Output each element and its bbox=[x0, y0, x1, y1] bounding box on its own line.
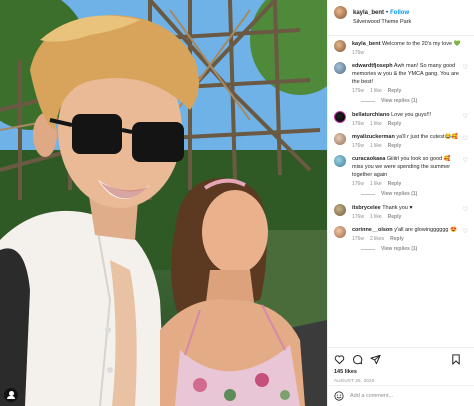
comment-username[interactable]: myalizuckerman bbox=[352, 134, 395, 140]
comment-time[interactable]: 176w bbox=[352, 121, 364, 127]
comment-time[interactable]: 176w bbox=[352, 143, 364, 149]
comment-time[interactable]: 176w bbox=[352, 88, 364, 94]
comment-heart-icon[interactable]: ♡ bbox=[463, 113, 468, 120]
add-comment-bar bbox=[328, 385, 474, 406]
avatar[interactable] bbox=[334, 6, 347, 19]
comment-text: y'all are glowingggggg 😍 bbox=[394, 227, 457, 233]
comment-time[interactable]: 176w bbox=[352, 214, 364, 220]
comment-heart-icon[interactable]: ♡ bbox=[463, 135, 468, 142]
comment-username[interactable]: kayla_bent bbox=[352, 41, 380, 47]
post-photo[interactable] bbox=[0, 0, 327, 406]
comments-list[interactable]: kayla_bent Welcome to the 20's my love 💚… bbox=[328, 36, 474, 347]
comment-username[interactable]: corinne__olson bbox=[352, 227, 393, 233]
avatar[interactable] bbox=[334, 111, 346, 123]
user-tag-icon[interactable] bbox=[4, 388, 18, 402]
comment-time[interactable]: 176w bbox=[352, 181, 364, 187]
comment-item: edwardtfjoseph Awh man! So many good mem… bbox=[334, 62, 468, 94]
comment-text: ya'll r just the cutest😂🥰 bbox=[396, 134, 459, 140]
comment-likes[interactable]: 1 like bbox=[370, 181, 382, 187]
view-replies-label: View replies (1) bbox=[381, 246, 418, 252]
comment-heart-icon[interactable]: ♡ bbox=[463, 228, 468, 235]
comment-heart-icon[interactable]: ♡ bbox=[463, 206, 468, 213]
reply-button[interactable]: Reply bbox=[390, 236, 404, 242]
avatar[interactable] bbox=[334, 204, 346, 216]
comment-username[interactable]: itsbrycelee bbox=[352, 205, 381, 211]
avatar[interactable] bbox=[334, 226, 346, 238]
view-replies-button[interactable]: View replies (1) bbox=[361, 98, 468, 104]
comment-likes[interactable]: 2 likes bbox=[370, 236, 384, 242]
instagram-post: kayla_bent • Follow Silverwood Theme Park … bbox=[0, 0, 474, 406]
comment-username[interactable]: bellaturchiano bbox=[352, 112, 390, 118]
view-replies-button[interactable]: View replies (1) bbox=[361, 191, 468, 197]
post-date[interactable]: AUGUST 25, 2020 bbox=[334, 378, 468, 383]
separator-dot: • bbox=[386, 10, 389, 16]
caption: kayla_bent Welcome to the 20's my love 💚… bbox=[334, 40, 468, 56]
comment-input[interactable] bbox=[350, 393, 460, 399]
comment-username[interactable]: edwardtfjoseph bbox=[352, 63, 393, 69]
reply-button[interactable]: Reply bbox=[388, 143, 402, 149]
heart-icon[interactable] bbox=[334, 354, 345, 365]
avatar[interactable] bbox=[334, 62, 346, 74]
reply-button[interactable]: Reply bbox=[388, 121, 402, 127]
view-replies-label: View replies (1) bbox=[381, 191, 418, 197]
follow-button[interactable]: Follow bbox=[390, 10, 409, 16]
comment-username[interactable]: curacaokaea bbox=[352, 156, 385, 162]
reply-button[interactable]: Reply bbox=[388, 181, 402, 187]
comment-time[interactable]: 176w bbox=[352, 236, 364, 242]
comment-heart-icon[interactable]: ♡ bbox=[463, 64, 468, 71]
location-link[interactable]: Silverwood Theme Park bbox=[353, 18, 411, 27]
avatar[interactable] bbox=[334, 155, 346, 167]
comment-time[interactable]: 176w bbox=[352, 50, 364, 56]
bookmark-icon[interactable] bbox=[451, 353, 461, 365]
comment-likes[interactable]: 1 like bbox=[370, 214, 382, 220]
comment-text: Thank you ♥ bbox=[382, 205, 413, 211]
post-header: kayla_bent • Follow Silverwood Theme Park bbox=[328, 0, 474, 36]
avatar[interactable] bbox=[334, 40, 346, 52]
comment-likes[interactable]: 1 like bbox=[370, 88, 382, 94]
view-replies-button[interactable]: View replies (1) bbox=[361, 246, 468, 252]
comment-text: Love you guys!!! bbox=[391, 112, 432, 118]
view-replies-label: View replies (1) bbox=[381, 98, 418, 104]
header-username[interactable]: kayla_bent bbox=[353, 10, 384, 16]
comment-item: corinne__olson y'all are glowingggggg 😍 … bbox=[334, 226, 468, 242]
likes-count[interactable]: 145 likes bbox=[334, 369, 468, 375]
comment-likes[interactable]: 1 like bbox=[370, 143, 382, 149]
share-icon[interactable] bbox=[370, 354, 381, 365]
emoji-icon[interactable] bbox=[334, 391, 344, 401]
comment-item: myalizuckerman ya'll r just the cutest😂🥰… bbox=[334, 133, 468, 149]
reply-button[interactable]: Reply bbox=[388, 214, 402, 220]
post-side-panel: kayla_bent • Follow Silverwood Theme Park … bbox=[327, 0, 474, 406]
avatar[interactable] bbox=[334, 133, 346, 145]
reply-button[interactable]: Reply bbox=[388, 88, 402, 94]
comment-item: bellaturchiano Love you guys!!! 176w 1 li… bbox=[334, 111, 468, 127]
photo-illustration bbox=[0, 0, 327, 406]
post-actions: 145 likes AUGUST 25, 2020 bbox=[328, 347, 474, 385]
comment-heart-icon[interactable]: ♡ bbox=[463, 157, 468, 164]
caption-text: Welcome to the 20's my love 💚 bbox=[381, 41, 461, 47]
comment-icon[interactable] bbox=[352, 354, 363, 365]
comment-item: curacaokaea Giiiirl you look so good 🥰 m… bbox=[334, 155, 468, 187]
comment-item: itsbrycelee Thank you ♥ 176w 1 like Reply … bbox=[334, 204, 468, 220]
comment-likes[interactable]: 1 like bbox=[370, 121, 382, 127]
